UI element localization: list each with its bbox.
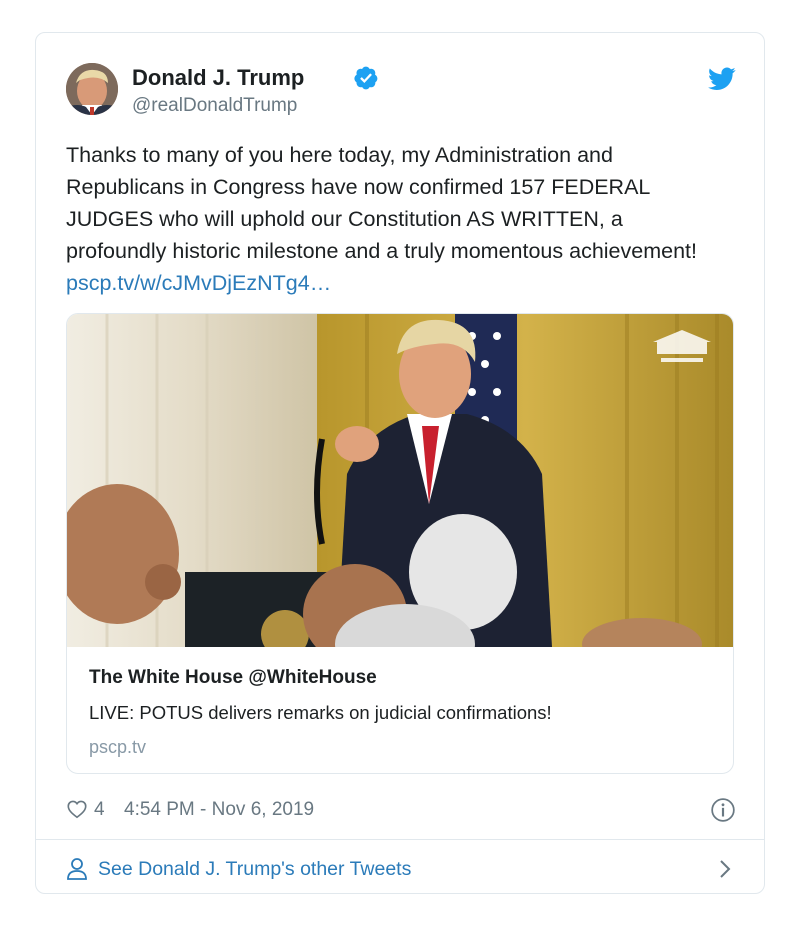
tweet-body: Thanks to many of you here today, my Adm… [66, 143, 697, 263]
tweet-meta: 4 4:54 PM - Nov 6, 2019 [66, 795, 736, 825]
user-icon [67, 858, 87, 880]
verified-badge-icon [354, 66, 378, 90]
info-icon[interactable] [710, 797, 736, 823]
tweet-link[interactable]: pscp.tv/w/cJMvDjEzNTg4… [66, 271, 331, 295]
card-image[interactable] [67, 314, 734, 647]
like-count[interactable]: 4 [94, 799, 105, 821]
timestamp[interactable]: 4:54 PM - Nov 6, 2019 [124, 799, 314, 821]
card-domain: pscp.tv [89, 737, 147, 757]
chevron-right-icon[interactable] [718, 858, 732, 880]
card-description: LIVE: POTUS delivers remarks on judicial… [89, 702, 552, 723]
author-handle[interactable]: @realDonaldTrump [132, 95, 297, 117]
twitter-bird-icon[interactable] [708, 67, 736, 91]
tweet-text: Thanks to many of you here today, my Adm… [66, 139, 726, 299]
author-name[interactable]: Donald J. Trump [132, 65, 304, 91]
heart-icon[interactable] [66, 798, 88, 820]
divider [36, 839, 764, 840]
avatar[interactable] [66, 63, 118, 115]
other-tweets-link[interactable]: See Donald J. Trump's other Tweets [66, 851, 736, 887]
embedded-tweet: Donald J. Trump @realDonaldTrump Thanks … [35, 32, 765, 894]
other-tweets-label[interactable]: See Donald J. Trump's other Tweets [98, 858, 411, 881]
link-card[interactable]: The White House @WhiteHouse LIVE: POTUS … [66, 313, 734, 774]
card-title: The White House @WhiteHouse [89, 667, 377, 688]
tweet-header: Donald J. Trump @realDonaldTrump [66, 63, 736, 123]
card-info[interactable]: The White House @WhiteHouse LIVE: POTUS … [67, 647, 733, 773]
